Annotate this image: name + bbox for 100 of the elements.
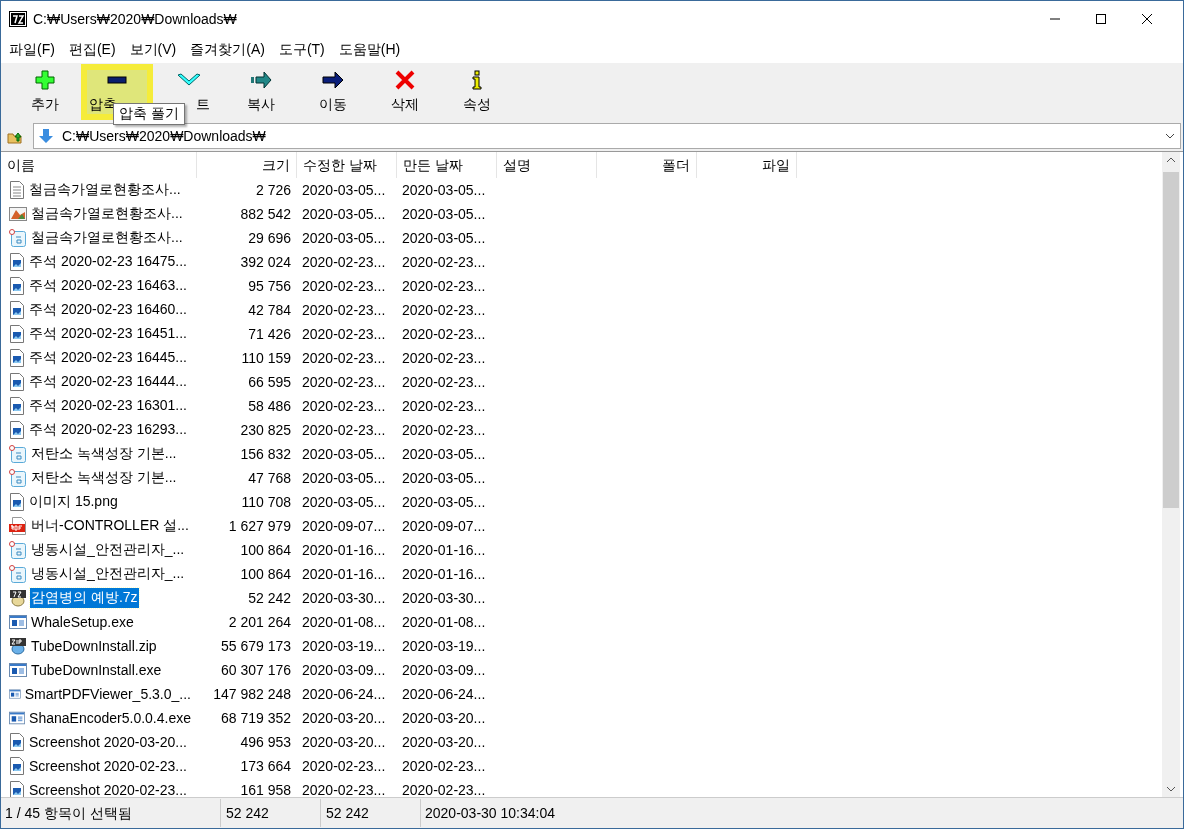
table-cell-text: 2020-02-23...	[401, 398, 487, 414]
table-cell-text: 230 825	[239, 422, 292, 438]
table-cell-text: 68 719 352	[219, 710, 292, 726]
file-name[interactable]: 주석 2020-02-23 16445...	[28, 348, 188, 368]
toolbar-button[interactable]: 추가	[9, 64, 81, 120]
table-cell-text: 2020-02-23...	[301, 326, 387, 342]
table-cell-text: 392 024	[239, 254, 292, 270]
scrollbar[interactable]	[1162, 152, 1180, 797]
table-cell-text: 2020-02-23...	[301, 374, 387, 390]
delete-icon	[395, 70, 415, 90]
table-cell-text: 2020-02-23...	[401, 782, 487, 797]
table-cell-text: 2020-02-23...	[401, 758, 487, 774]
column-header[interactable]: 수정한 날짜	[297, 152, 397, 178]
table-cell-text: 2020-06-24...	[301, 686, 387, 702]
table-cell-text: 71 426	[247, 326, 292, 342]
file-name[interactable]: 버너-CONTROLLER 설...	[30, 516, 190, 536]
file-name[interactable]: SmartPDFViewer_5.3.0_...	[23, 685, 192, 703]
image-file-icon	[9, 757, 25, 775]
table-cell-text: 2020-01-16...	[301, 566, 387, 582]
file-name[interactable]: 냉동시설_안전관리자_...	[30, 540, 186, 560]
menu-item[interactable]: 보기(V)	[129, 39, 177, 61]
file-name[interactable]: 주석 2020-02-23 16444...	[28, 372, 188, 392]
toolbar-button[interactable]: 이동	[297, 64, 369, 120]
file-name[interactable]: 감염병의 예방.7z	[30, 588, 139, 608]
plus-icon	[35, 70, 55, 90]
file-name[interactable]: 주석 2020-02-23 16293...	[28, 420, 188, 440]
column-header[interactable]: 이름	[1, 152, 197, 178]
table-cell-text: 2020-03-05...	[401, 470, 487, 486]
table-cell-text: 2020-03-05...	[401, 206, 487, 222]
file-name[interactable]: WhaleSetup.exe	[30, 613, 135, 631]
menu-item[interactable]: 도움말(H)	[338, 39, 401, 61]
menu-item[interactable]: 즐겨찾기(A)	[190, 39, 265, 61]
table-cell-text: 2020-01-16...	[301, 542, 387, 558]
file-name[interactable]: 철금속가열로현황조사...	[28, 180, 182, 200]
image-file-icon	[9, 277, 25, 295]
table-cell-text: 2020-02-23...	[401, 350, 487, 366]
status-field: 52 242	[221, 799, 321, 827]
maximize-icon[interactable]	[1095, 13, 1107, 25]
table-cell-text: 2020-02-23...	[401, 254, 487, 270]
column-header[interactable]: 폴더	[597, 152, 697, 178]
file-name[interactable]: 주석 2020-02-23 16463...	[28, 276, 188, 296]
file-name[interactable]: Screenshot 2020-02-23...	[28, 781, 188, 797]
table-cell-text: 2020-02-23...	[301, 278, 387, 294]
column-header[interactable]: 설명	[497, 152, 597, 178]
application-icon	[9, 710, 26, 726]
file-name[interactable]: 주석 2020-02-23 16451...	[28, 324, 188, 344]
file-name[interactable]: TubeDownInstall.exe	[30, 661, 163, 679]
file-name[interactable]: Screenshot 2020-02-23...	[28, 757, 188, 775]
table-cell-text: 60 307 176	[219, 662, 292, 678]
toolbar-button[interactable]: 삭제	[369, 64, 441, 120]
column-header[interactable]: 파일	[697, 152, 797, 178]
table-cell-text: 2020-09-07...	[401, 518, 487, 534]
file-name[interactable]: 주석 2020-02-23 16475...	[28, 252, 188, 272]
file-name[interactable]: 주석 2020-02-23 16301...	[28, 396, 188, 416]
archive-icon	[9, 637, 27, 655]
file-name[interactable]: 철금속가열로현황조사...	[30, 228, 184, 248]
address-field[interactable]: C:₩Users₩2020₩Downloads₩	[33, 123, 1181, 149]
file-name[interactable]: 주석 2020-02-23 16460...	[28, 300, 188, 320]
table-cell-text: 2020-02-23...	[301, 782, 387, 797]
table-cell-text: 42 784	[247, 302, 292, 318]
table-cell-text: 2 726	[254, 182, 292, 198]
table-cell-text: 52 242	[247, 590, 292, 606]
table-cell-text: 2020-02-23...	[301, 350, 387, 366]
image-file-icon	[9, 493, 25, 511]
file-name[interactable]: ShanaEncoder5.0.0.4.exe	[28, 709, 192, 727]
file-name[interactable]: 이미지 15.png	[28, 492, 119, 512]
table-cell-text: 2020-02-23...	[301, 254, 387, 270]
document-icon	[9, 469, 27, 487]
status-field: 1 / 45 항목이 선택됨	[1, 799, 221, 827]
scrollbar-thumb[interactable]	[1163, 172, 1179, 508]
file-name[interactable]: 저탄소 녹색성장 기본...	[30, 468, 178, 488]
menu-item[interactable]: 편집(E)	[68, 39, 116, 61]
file-name[interactable]: 냉동시설_안전관리자_...	[30, 564, 186, 584]
table-cell-text: 2020-03-30...	[301, 590, 387, 606]
file-name[interactable]: 저탄소 녹색성장 기본...	[30, 444, 178, 464]
table-cell-text: 882 542	[239, 206, 292, 222]
table-cell-text: 2020-01-08...	[301, 614, 387, 630]
menu-item[interactable]: 도구(T)	[278, 39, 325, 61]
pdf-icon	[9, 517, 27, 535]
document-icon	[9, 541, 27, 559]
file-name[interactable]: 철금속가열로현황조사...	[30, 204, 184, 224]
archive-icon	[9, 589, 27, 607]
table-cell-text: 110 159	[240, 350, 292, 366]
table-cell-text: 2020-03-09...	[401, 662, 487, 678]
table-cell-text: 29 696	[247, 230, 292, 246]
column-header[interactable]: 크기	[197, 152, 297, 178]
file-name[interactable]: Screenshot 2020-03-20...	[28, 733, 188, 751]
table-cell-text: 2020-03-20...	[301, 734, 387, 750]
document-icon	[9, 181, 25, 199]
menu-item[interactable]: 파일(F)	[9, 39, 55, 61]
file-name[interactable]: TubeDownInstall.zip	[30, 637, 158, 655]
table-cell-text: 2020-03-05...	[301, 206, 387, 222]
toolbar-button[interactable]: 속성	[441, 64, 513, 120]
close-icon[interactable]	[1141, 13, 1153, 25]
table-cell-text: 156 832	[239, 446, 292, 462]
toolbar-button[interactable]: 복사	[225, 64, 297, 120]
window-title: C:₩Users₩2020₩Downloads₩	[33, 11, 238, 27]
table-cell-text: 2020-01-08...	[401, 614, 487, 630]
table-cell-text: 47 768	[247, 470, 292, 486]
column-header[interactable]: 만든 날짜	[397, 152, 497, 178]
